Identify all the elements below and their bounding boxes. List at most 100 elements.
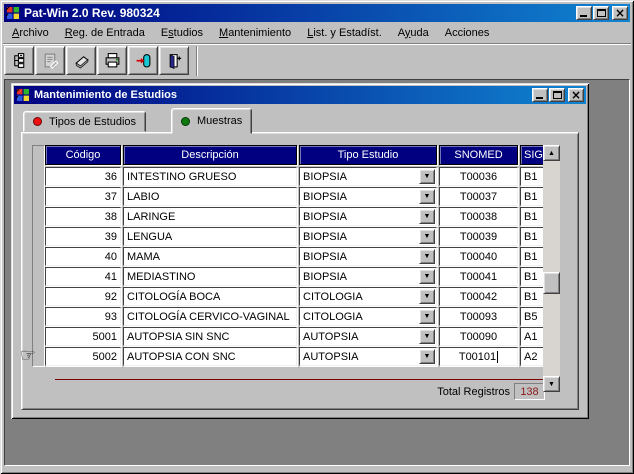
cell-snomed[interactable]: T00042	[439, 287, 518, 306]
cell-snomed[interactable]: T00093	[439, 307, 518, 326]
scroll-up-button[interactable]: ▲	[543, 145, 560, 161]
cell-snomed[interactable]: T00040	[439, 247, 518, 266]
minimize-icon	[536, 97, 543, 99]
dropdown-arrow-button[interactable]: ▼	[419, 249, 435, 264]
grid-panel: Código Descripción Tipo Estudio SNOMED S…	[21, 132, 579, 410]
scroll-thumb[interactable]	[543, 272, 560, 294]
menu-item-list-y-estad-st[interactable]: List. y Estadíst.	[299, 25, 390, 41]
cell-snomed[interactable]: T00037	[439, 187, 518, 206]
menu-separator	[3, 43, 631, 45]
cell-tipo_estudio[interactable]: BIOPSIA▼	[299, 187, 437, 206]
toolbar-button-edit-document[interactable]	[35, 46, 65, 75]
inner-window-icon	[16, 88, 30, 102]
cell-tipo_estudio[interactable]: CITOLOGIA▼	[299, 287, 437, 306]
dropdown-arrow-button[interactable]: ▼	[419, 209, 435, 224]
combo-value: BIOPSIA	[300, 191, 419, 203]
combo-value: BIOPSIA	[300, 271, 419, 283]
printer-icon	[104, 52, 121, 69]
red-dot-icon	[33, 117, 42, 126]
cell-codigo[interactable]: 39	[45, 227, 121, 246]
vertical-scrollbar[interactable]: ▲ ▼	[543, 145, 560, 392]
cell-tipo_estudio[interactable]: AUTOPSIA▼	[299, 327, 437, 346]
cell-descripcion[interactable]: LARINGE	[123, 207, 297, 226]
main-titlebar[interactable]: Pat-Win 2.0 Rev. 980324 ×	[4, 4, 630, 22]
dropdown-arrow-button[interactable]: ▼	[419, 349, 435, 364]
cell-codigo[interactable]: 36	[45, 167, 121, 186]
minimize-icon	[580, 15, 587, 17]
cell-tipo_estudio[interactable]: BIOPSIA▼	[299, 247, 437, 266]
cell-codigo[interactable]: 37	[45, 187, 121, 206]
menu-item-estudios[interactable]: Estudios	[153, 25, 211, 41]
dropdown-arrow-button[interactable]: ▼	[419, 189, 435, 204]
cell-snomed[interactable]: T00036	[439, 167, 518, 186]
cell-descripcion[interactable]: LENGUA	[123, 227, 297, 246]
maximize-button[interactable]	[593, 6, 609, 20]
menu-item-acciones[interactable]: Acciones	[437, 25, 498, 41]
tab-tipos-de-estudios[interactable]: Tipos de Estudios	[23, 111, 146, 132]
cell-descripcion[interactable]: CITOLOGÍA BOCA	[123, 287, 297, 306]
dropdown-arrow-button[interactable]: ▼	[419, 269, 435, 284]
record-selector-strip[interactable]	[32, 145, 45, 367]
cell-descripcion[interactable]: CITOLOGÍA CERVICO-VAGINAL	[123, 307, 297, 326]
menu-item-ayuda[interactable]: Ayuda	[390, 25, 437, 41]
cell-tipo_estudio[interactable]: BIOPSIA▼	[299, 227, 437, 246]
cell-snomed[interactable]: T00101	[439, 347, 518, 366]
tab-muestras[interactable]: Muestras	[171, 108, 252, 134]
cell-descripcion[interactable]: MEDIASTINO	[123, 267, 297, 286]
inner-close-button[interactable]: ×	[568, 88, 584, 102]
inner-minimize-button[interactable]	[532, 88, 548, 102]
cell-codigo[interactable]: 5001	[45, 327, 121, 346]
cell-descripcion[interactable]: AUTOPSIA CON SNC	[123, 347, 297, 366]
cell-snomed[interactable]: T00090	[439, 327, 518, 346]
close-button[interactable]: ×	[612, 6, 628, 20]
cell-tipo_estudio[interactable]: BIOPSIA▼	[299, 267, 437, 286]
cell-snomed[interactable]: T00039	[439, 227, 518, 246]
cell-snomed[interactable]: T00041	[439, 267, 518, 286]
menu-item-reg-de-entrada[interactable]: Reg. de Entrada	[57, 25, 153, 41]
footer-separator-line	[55, 379, 545, 380]
toolbar-button-print[interactable]	[97, 46, 127, 75]
toolbar-button-tree-list[interactable]	[4, 46, 34, 75]
dropdown-arrow-button[interactable]: ▼	[419, 309, 435, 324]
column-header-snomed[interactable]: SNOMED	[439, 145, 518, 165]
cell-codigo[interactable]: 41	[45, 267, 121, 286]
cell-descripcion[interactable]: MAMA	[123, 247, 297, 266]
scroll-down-button[interactable]: ▼	[543, 376, 560, 392]
dropdown-arrow-button[interactable]: ▼	[419, 329, 435, 344]
column-header-descripcion[interactable]: Descripción	[123, 145, 297, 165]
cell-snomed[interactable]: T00038	[439, 207, 518, 226]
toolbar-button-door-enter[interactable]	[128, 46, 158, 75]
cell-tipo_estudio[interactable]: AUTOPSIA▼	[299, 347, 437, 366]
cell-descripcion[interactable]: INTESTINO GRUESO	[123, 167, 297, 186]
toolbar-button-eraser[interactable]	[66, 46, 96, 75]
dropdown-arrow-button[interactable]: ▼	[419, 229, 435, 244]
dropdown-arrow-button[interactable]: ▼	[419, 169, 435, 184]
cell-codigo[interactable]: 5002	[45, 347, 121, 366]
inner-window: Mantenimiento de Estudios × Tipos de Est…	[11, 83, 589, 419]
cell-descripcion[interactable]: AUTOPSIA SIN SNC	[123, 327, 297, 346]
cell-codigo[interactable]: 38	[45, 207, 121, 226]
column-header-tipo-estudio[interactable]: Tipo Estudio	[299, 145, 437, 165]
main-window: Pat-Win 2.0 Rev. 980324 × ArchivoReg. de…	[0, 0, 634, 474]
cell-tipo_estudio[interactable]: BIOPSIA▼	[299, 207, 437, 226]
cell-descripcion[interactable]: LABIO	[123, 187, 297, 206]
inner-titlebar[interactable]: Mantenimiento de Estudios ×	[14, 86, 586, 104]
column-header-codigo[interactable]: Código	[45, 145, 121, 165]
menu-item-mantenimiento[interactable]: Mantenimiento	[211, 25, 299, 41]
combo-value: CITOLOGIA	[300, 291, 419, 303]
cell-tipo_estudio[interactable]: BIOPSIA▼	[299, 167, 437, 186]
toolbar-button-door-exit[interactable]	[159, 46, 189, 75]
inner-window-title: Mantenimiento de Estudios	[34, 89, 531, 101]
menu-item-archivo[interactable]: Archivo	[4, 25, 57, 41]
cell-codigo[interactable]: 92	[45, 287, 121, 306]
combo-value: BIOPSIA	[300, 231, 419, 243]
inner-maximize-button[interactable]	[549, 88, 565, 102]
menu-bar: ArchivoReg. de EntradaEstudiosMantenimie…	[4, 23, 630, 42]
dropdown-arrow-button[interactable]: ▼	[419, 289, 435, 304]
minimize-button[interactable]	[576, 6, 592, 20]
cell-codigo[interactable]: 40	[45, 247, 121, 266]
cell-tipo_estudio[interactable]: CITOLOGIA▼	[299, 307, 437, 326]
cell-codigo[interactable]: 93	[45, 307, 121, 326]
green-dot-icon	[181, 117, 190, 126]
door-enter-icon	[135, 52, 152, 69]
